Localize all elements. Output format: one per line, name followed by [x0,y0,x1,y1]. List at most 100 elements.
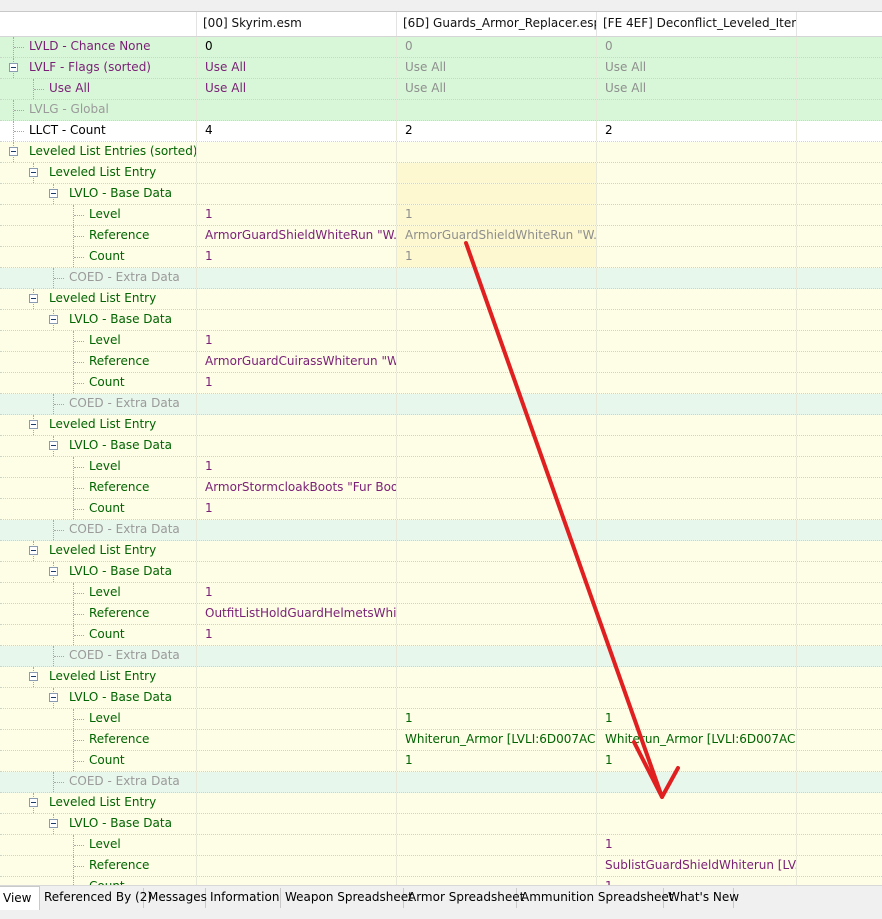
value-cell-col1[interactable] [197,835,397,855]
collapse-toggle-icon[interactable] [29,168,38,177]
value-cell-col1[interactable] [197,184,397,204]
tree-row[interactable]: LVLO - Base Data [0,310,882,331]
tree-cell[interactable]: COED - Extra Data [0,268,197,288]
value-cell-col2[interactable] [397,814,597,834]
value-cell-col1[interactable] [197,709,397,729]
value-cell-col3[interactable] [597,226,797,246]
value-cell-col1[interactable]: 1 [197,373,397,393]
value-cell-col1[interactable] [197,142,397,162]
value-cell-col2[interactable]: 1 [397,709,597,729]
tree-cell[interactable]: Reference [0,352,197,372]
column-header-skyrim-esm[interactable]: [00] Skyrim.esm [197,12,397,36]
tree-row[interactable]: Leveled List Entries (sorted) [0,142,882,163]
value-cell-col2[interactable]: 2 [397,121,597,141]
tree-cell[interactable]: Reference [0,730,197,750]
value-cell-col2[interactable] [397,310,597,330]
value-cell-col3[interactable] [597,310,797,330]
tree-row[interactable]: Level 1 1 [0,709,882,730]
tree-cell[interactable]: Level [0,457,197,477]
tree-row[interactable]: Reference ArmorStormcloakBoots "Fur Boo..… [0,478,882,499]
tree-row[interactable]: Count 1 1 [0,751,882,772]
value-cell-col3[interactable] [597,289,797,309]
value-cell-col1[interactable] [197,289,397,309]
value-cell-col1[interactable] [197,667,397,687]
value-cell-col1[interactable]: 1 [197,247,397,267]
value-cell-col2[interactable]: Whiterun_Armor [LVLI:6D007AC2] [397,730,597,750]
value-cell-col1[interactable] [197,688,397,708]
tree-row[interactable]: Level 1 [0,583,882,604]
tree-row[interactable]: COED - Extra Data [0,646,882,667]
value-cell-col2[interactable]: 1 [397,751,597,771]
value-cell-col3[interactable] [597,562,797,582]
value-cell-col3[interactable] [597,583,797,603]
value-cell-col3[interactable]: 1 [597,835,797,855]
collapse-toggle-icon[interactable] [29,672,38,681]
tree-row[interactable]: LVLO - Base Data [0,184,882,205]
tree-row[interactable]: Reference OutfitListHoldGuardHelmetsWhi..… [0,604,882,625]
value-cell-col3[interactable] [597,184,797,204]
tree-cell[interactable]: LVLO - Base Data [0,436,197,456]
value-cell-col1[interactable]: OutfitListHoldGuardHelmetsWhi... [197,604,397,624]
collapse-toggle-icon[interactable] [49,567,58,576]
value-cell-col3[interactable]: 1 [597,751,797,771]
value-cell-col2[interactable] [397,142,597,162]
value-cell-col1[interactable]: ArmorGuardCuirassWhiterun "W... [197,352,397,372]
value-cell-col3[interactable] [597,100,797,120]
tree-row[interactable]: Leveled List Entry [0,793,882,814]
value-cell-col3[interactable] [597,793,797,813]
tab-messages[interactable]: Messages [144,888,207,908]
value-cell-col2[interactable]: 1 [397,205,597,225]
tree-row[interactable]: Count 1 [0,499,882,520]
value-cell-col2[interactable] [397,835,597,855]
tree-cell[interactable]: LVLO - Base Data [0,562,197,582]
tree-cell[interactable]: Count [0,751,197,771]
tree-row[interactable]: Leveled List Entry [0,163,882,184]
value-cell-col3[interactable]: SublistGuardShieldWhiterun [LV... [597,856,797,876]
value-cell-col3[interactable]: 0 [597,37,797,57]
value-cell-col2[interactable] [397,331,597,351]
value-cell-col2[interactable] [397,394,597,414]
tree-cell[interactable]: LVLD - Chance None [0,37,197,57]
value-cell-col2[interactable] [397,163,597,183]
value-cell-col2[interactable] [397,646,597,666]
tab-referenced-by-2[interactable]: Referenced By (2) [40,888,152,908]
value-cell-col1[interactable] [197,100,397,120]
value-cell-col1[interactable] [197,814,397,834]
value-cell-col1[interactable] [197,415,397,435]
collapse-toggle-icon[interactable] [49,693,58,702]
tree-row[interactable]: Leveled List Entry [0,667,882,688]
tree-row[interactable]: Reference Whiterun_Armor [LVLI:6D007AC2] W… [0,730,882,751]
tree-row[interactable]: LVLO - Base Data [0,688,882,709]
value-cell-col3[interactable] [597,163,797,183]
value-cell-col2[interactable] [397,268,597,288]
value-cell-col3[interactable] [597,541,797,561]
value-cell-col1[interactable]: 1 [197,625,397,645]
tree-row[interactable]: COED - Extra Data [0,772,882,793]
value-cell-col3[interactable]: 1 [597,709,797,729]
value-cell-col1[interactable]: 1 [197,205,397,225]
column-header-deconflict[interactable]: [FE 4EF] Deconflict_Leveled_Item.... [597,12,797,36]
value-cell-col1[interactable]: 0 [197,37,397,57]
value-cell-col3[interactable] [597,247,797,267]
value-cell-col2[interactable] [397,520,597,540]
value-cell-col1[interactable] [197,793,397,813]
collapse-toggle-icon[interactable] [9,63,18,72]
value-cell-col3[interactable] [597,457,797,477]
tree-row[interactable]: LVLF - Flags (sorted) Use All Use All Use A… [0,58,882,79]
tree-cell[interactable]: Count [0,247,197,267]
value-cell-col1[interactable] [197,562,397,582]
tree-cell[interactable]: Leveled List Entry [0,415,197,435]
value-cell-col3[interactable] [597,772,797,792]
value-cell-col3[interactable] [597,373,797,393]
value-cell-col3[interactable] [597,205,797,225]
tree-cell[interactable]: Use All [0,79,197,99]
value-cell-col3[interactable]: Use All [597,79,797,99]
value-cell-col1[interactable] [197,772,397,792]
tree-cell[interactable]: Leveled List Entries (sorted) [0,142,197,162]
value-cell-col2[interactable] [397,583,597,603]
tree-cell[interactable]: Leveled List Entry [0,163,197,183]
value-cell-col2[interactable] [397,772,597,792]
collapse-toggle-icon[interactable] [9,147,18,156]
value-cell-col1[interactable] [197,751,397,771]
tree-row[interactable]: Leveled List Entry [0,415,882,436]
